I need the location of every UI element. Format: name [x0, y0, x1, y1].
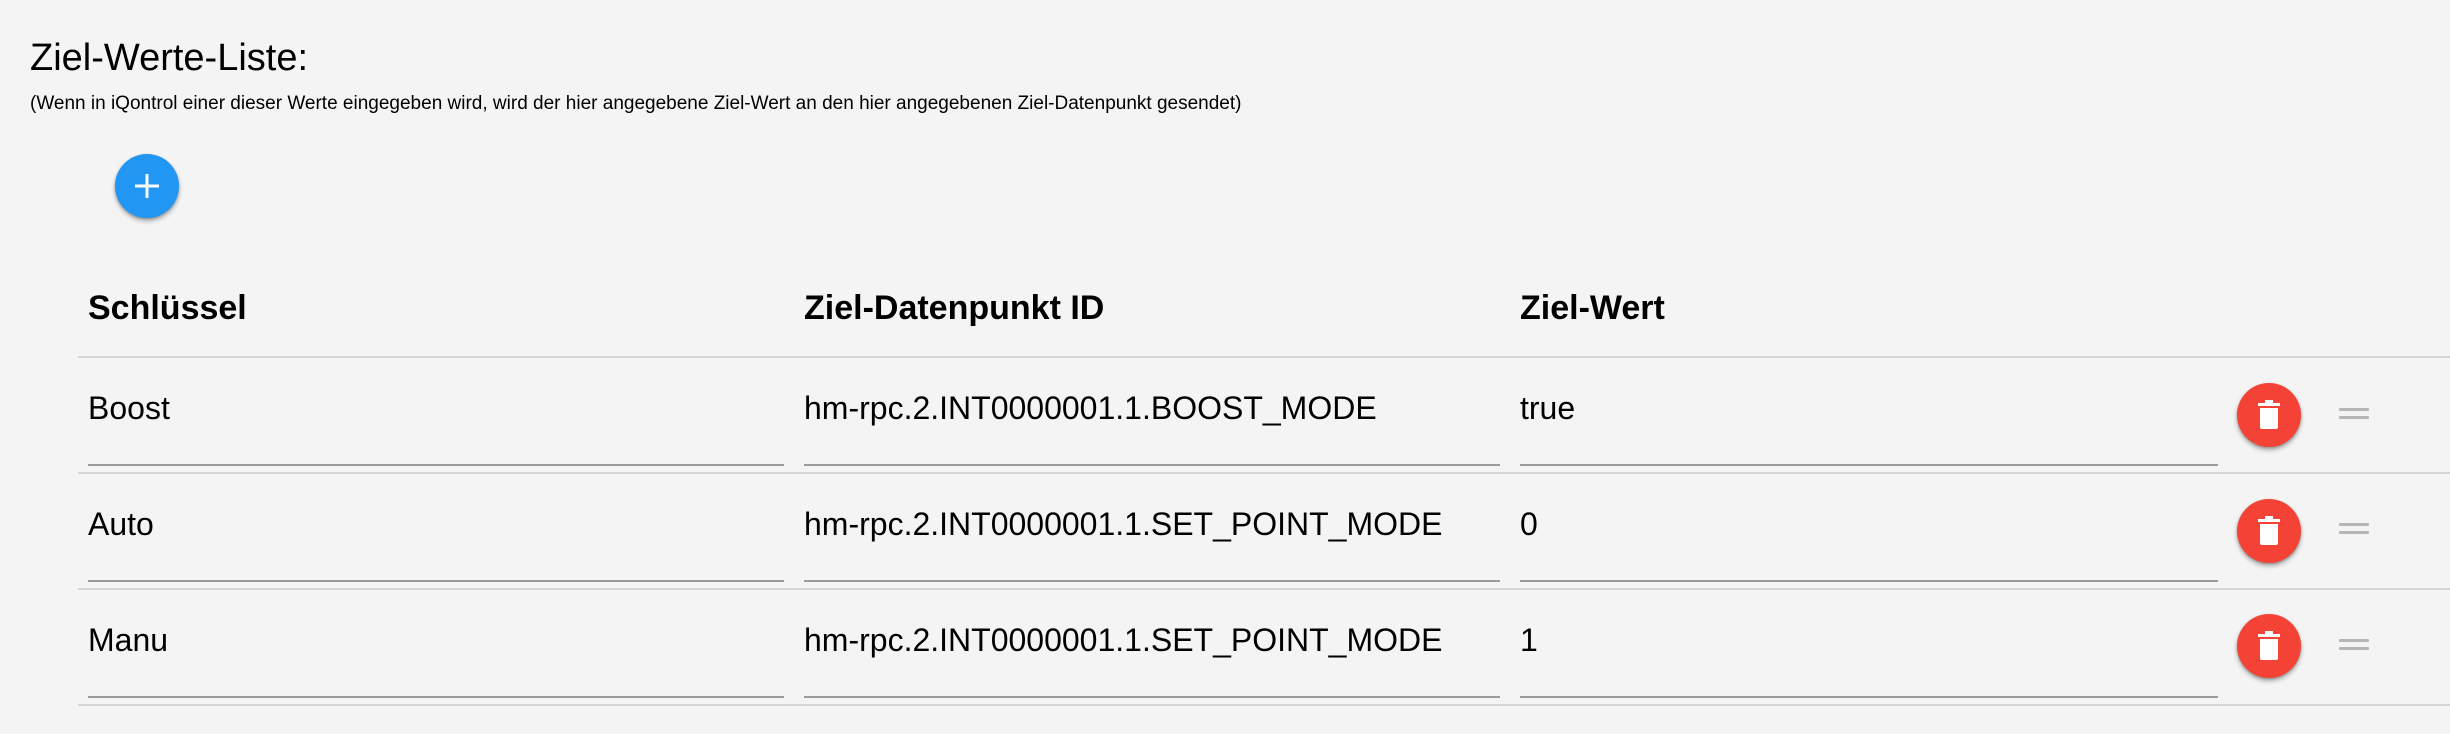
field-underline [804, 580, 1500, 582]
section-description: (Wenn in iQontrol einer dieser Werte ein… [30, 93, 1242, 114]
table-divider [78, 704, 2450, 706]
delete-row-button[interactable] [2237, 499, 2301, 563]
field-underline [88, 696, 784, 698]
delete-row-button[interactable] [2237, 383, 2301, 447]
field-underline [804, 464, 1500, 466]
table-divider [78, 356, 2450, 358]
key-field-value: Manu [88, 622, 169, 658]
field-underline [1520, 464, 2218, 466]
field-underline [1520, 696, 2218, 698]
plus-icon [135, 174, 159, 198]
field-underline [88, 464, 784, 466]
key-field-value: Boost [88, 390, 170, 426]
target-value-value: true [1520, 390, 1576, 426]
trash-icon [2258, 631, 2280, 660]
datapoint-id-value: hm-rpc.2.INT0000001.1.SET_POINT_MODE [804, 622, 1443, 658]
section-title: Ziel-Werte-Liste: [30, 37, 309, 79]
field-underline [88, 580, 784, 582]
column-header-target-value: Ziel-Wert [1520, 289, 1665, 327]
column-header-key: Schlüssel [88, 289, 247, 327]
table-divider [78, 588, 2450, 590]
drag-handle-icon[interactable] [2339, 638, 2369, 652]
target-value-value: 1 [1520, 622, 1538, 658]
column-header-datapoint-id: Ziel-Datenpunkt ID [804, 289, 1105, 327]
field-underline [804, 696, 1500, 698]
key-field-value: Auto [88, 506, 154, 542]
field-underline [1520, 580, 2218, 582]
datapoint-id-value: hm-rpc.2.INT0000001.1.SET_POINT_MODE [804, 506, 1443, 542]
drag-handle-icon[interactable] [2339, 522, 2369, 536]
table-divider [78, 472, 2450, 474]
datapoint-id-value: hm-rpc.2.INT0000001.1.BOOST_MODE [804, 390, 1377, 426]
add-row-button[interactable] [115, 154, 179, 218]
target-values-page: Ziel-Werte-Liste: (Wenn in iQontrol eine… [0, 0, 2450, 734]
drag-handle-icon[interactable] [2339, 407, 2369, 421]
trash-icon [2258, 400, 2280, 429]
delete-row-button[interactable] [2237, 614, 2301, 678]
target-value-value: 0 [1520, 506, 1538, 542]
trash-icon [2258, 516, 2280, 545]
